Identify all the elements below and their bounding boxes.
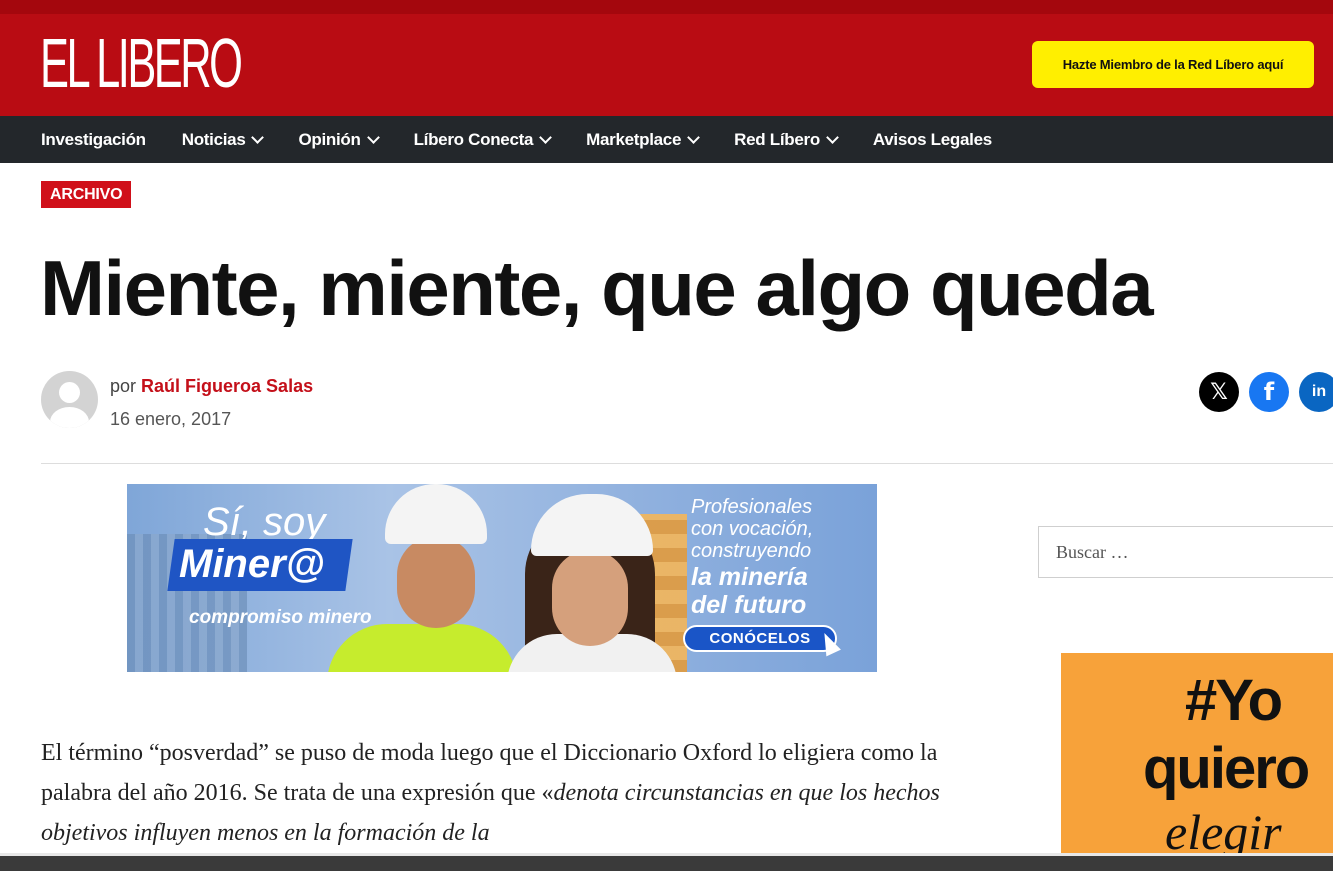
share-linkedin-button[interactable]: in — [1299, 372, 1333, 412]
cursor-icon — [817, 629, 841, 657]
ad-tagline-line: la minería — [691, 563, 808, 591]
member-signup-button[interactable]: Hazte Miembro de la Red Líbero aquí — [1032, 41, 1314, 88]
nav-item-libero-conecta[interactable]: Líbero Conecta — [413, 129, 553, 150]
chevron-down-icon — [826, 130, 839, 144]
main-nav: Investigación Noticias Opinión Líbero Co… — [0, 116, 1333, 163]
x-icon: 𝕏 — [1210, 379, 1228, 404]
chevron-down-icon — [687, 130, 700, 144]
header-top-strip — [0, 0, 1333, 14]
ad-tagline-line: construyendo — [691, 540, 812, 562]
chevron-down-icon — [251, 130, 265, 144]
author-link[interactable]: Raúl Figueroa Salas — [141, 376, 313, 396]
chevron-down-icon — [366, 130, 380, 144]
category-badge[interactable]: ARCHIVO — [41, 181, 132, 208]
nav-item-label: Noticias — [181, 129, 246, 149]
article-title: Miente, miente, que algo queda — [40, 244, 1154, 332]
sidebar-ad-line: elegir — [1165, 804, 1282, 854]
ad-banner[interactable]: Sí, soy Miner@ compromiso minero Profesi… — [127, 484, 877, 672]
nav-item-label: Investigación — [41, 129, 146, 149]
nav-item-label: Marketplace — [586, 129, 682, 149]
nav-item-label: Avisos Legales — [872, 129, 992, 149]
ad-highlight-text: Miner@ — [179, 542, 325, 586]
ad-tagline-line: del futuro — [691, 591, 807, 619]
nav-item-label: Red Líbero — [734, 129, 820, 149]
nav-item-avisos-legales[interactable]: Avisos Legales — [873, 130, 992, 150]
sidebar-ad[interactable]: #Yo quiero elegir — [1061, 653, 1333, 854]
byline-prefix: por — [110, 376, 137, 396]
site-header: EL LIBERO Hazte Miembro de la Red Líbero… — [0, 0, 1333, 116]
sidebar-ad-line: #Yo — [1185, 668, 1283, 733]
nav-item-opinion[interactable]: Opinión — [298, 129, 380, 150]
share-facebook-button[interactable]: f — [1249, 372, 1289, 412]
nav-item-noticias[interactable]: Noticias — [181, 129, 265, 150]
nav-item-label: Líbero Conecta — [413, 129, 534, 149]
header-divider — [41, 463, 1333, 464]
ad-helmet-icon — [385, 484, 487, 544]
avatar-body — [50, 407, 89, 428]
ad-cta-button[interactable]: CONÓCELOS — [683, 625, 837, 652]
site-logo[interactable]: EL LIBERO — [40, 28, 243, 98]
ad-person-vest — [327, 624, 517, 672]
ad-helmet-icon — [531, 494, 653, 556]
ad-tagline-line: con vocación, — [691, 518, 814, 540]
linkedin-icon: in — [1311, 383, 1327, 400]
nav-item-marketplace[interactable]: Marketplace — [586, 129, 700, 150]
facebook-icon: f — [1263, 378, 1275, 406]
avatar-head — [59, 382, 80, 403]
ad-tagline: Profesionales con vocación, construyendo… — [691, 496, 813, 618]
byline: por Raúl Figueroa Salas — [110, 376, 313, 397]
ad-tagline-line: Profesionales — [691, 496, 813, 518]
ad-brand-logo: compromiso minero — [189, 607, 372, 628]
bottom-bar — [0, 856, 1333, 871]
sidebar-ad-line: quiero — [1143, 736, 1310, 801]
ad-person-face — [397, 536, 475, 628]
publish-date: 16 enero, 2017 — [110, 409, 232, 429]
nav-item-label: Opinión — [298, 129, 361, 149]
search-input[interactable]: Buscar … — [1038, 526, 1333, 578]
chevron-down-icon — [539, 130, 553, 144]
author-avatar[interactable] — [41, 371, 98, 428]
nav-item-investigacion[interactable]: Investigación — [41, 130, 146, 150]
article-body: El término “posverdad” se puso de moda l… — [41, 733, 981, 853]
nav-item-red-libero[interactable]: Red Líbero — [734, 129, 839, 150]
ad-person-face — [552, 550, 628, 646]
share-x-button[interactable]: 𝕏 — [1199, 372, 1239, 412]
